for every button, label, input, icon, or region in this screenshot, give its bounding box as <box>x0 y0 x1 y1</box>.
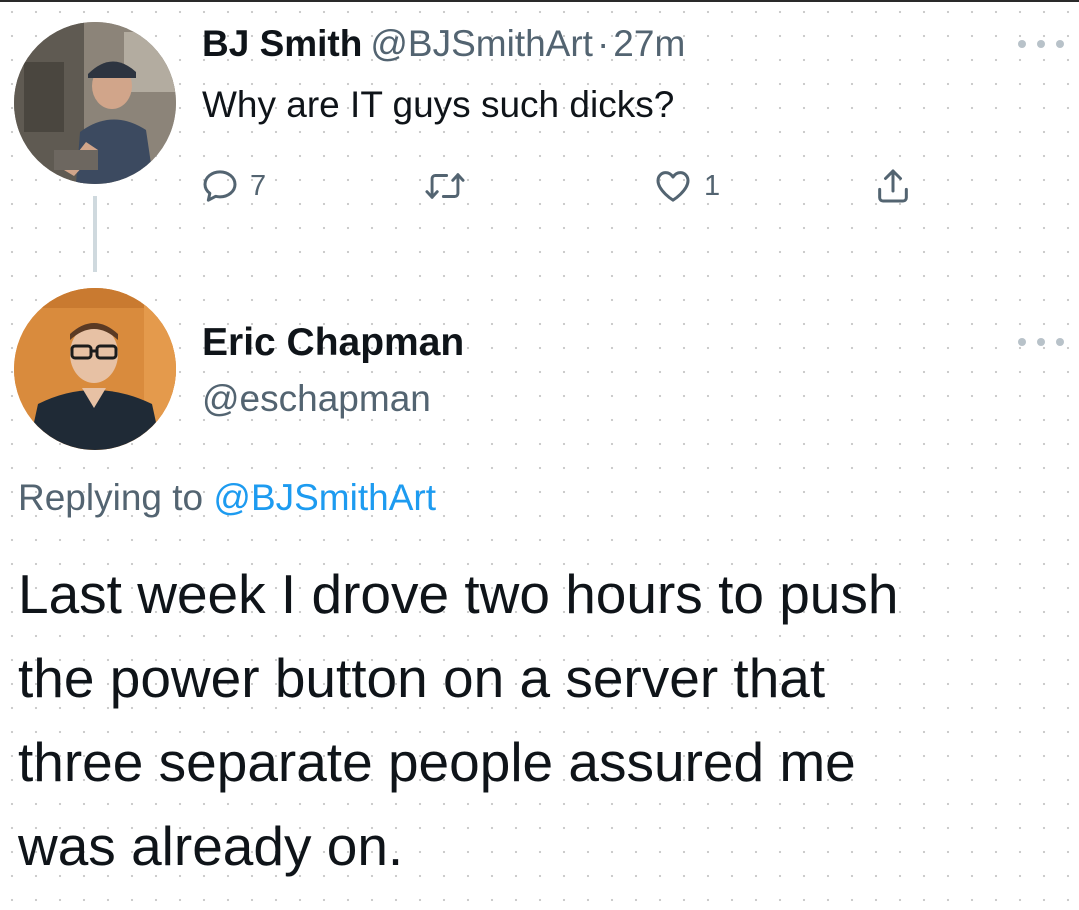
reply-icon <box>203 170 237 202</box>
reply-text-line: the power button on a server that <box>18 647 826 709</box>
reply-text-line: was already on. <box>18 815 404 877</box>
thread-line <box>93 196 97 272</box>
replying-to: Replying to @BJSmithArt <box>18 474 436 522</box>
share-button[interactable] <box>873 164 913 208</box>
reply-author-name[interactable]: Eric Chapman <box>202 320 464 366</box>
reply-button[interactable]: 7 <box>200 164 266 208</box>
avatar-eric-chapman[interactable] <box>14 288 176 450</box>
more-icon[interactable] <box>1018 336 1064 348</box>
avatar-photo <box>14 22 176 184</box>
reply-author-handle[interactable]: @eschapman <box>202 376 431 422</box>
avatar-bj-smith[interactable] <box>14 22 176 184</box>
retweet-button[interactable] <box>424 164 476 208</box>
like-count: 1 <box>704 169 721 202</box>
tweet-text: Why are IT guys such dicks? <box>202 84 675 125</box>
like-button[interactable]: 1 <box>652 164 720 208</box>
replying-to-mention[interactable]: @BJSmithArt <box>213 477 436 518</box>
separator: · <box>596 23 610 64</box>
replying-to-label: Replying to <box>18 477 204 518</box>
reply-text-line: Last week I drove two hours to push <box>18 563 899 625</box>
author-handle[interactable]: @BJSmithArt <box>370 23 593 64</box>
reply-count: 7 <box>250 169 267 202</box>
avatar-photo <box>14 288 176 450</box>
tweet-time[interactable]: 27m <box>613 23 685 64</box>
reply-text-line: three separate people assured me <box>18 731 856 793</box>
more-icon[interactable] <box>1018 38 1064 50</box>
retweet-icon <box>425 173 465 199</box>
top-border <box>0 0 1079 2</box>
like-icon <box>656 171 690 202</box>
author-name[interactable]: BJ Smith <box>202 23 362 64</box>
share-icon <box>878 169 908 203</box>
reply-text: Last week I drove two hours to push the … <box>18 552 1068 888</box>
tweet-header: BJ Smith @BJSmithArt · 27m <box>202 22 685 66</box>
